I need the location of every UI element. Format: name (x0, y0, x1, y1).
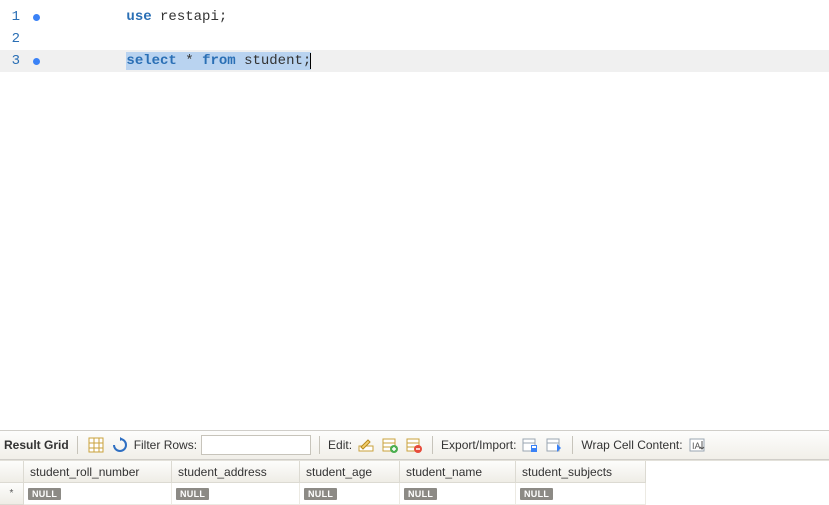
statement-marker (26, 58, 46, 65)
grid-cell[interactable]: NULL (400, 483, 516, 505)
export-icon[interactable] (520, 435, 540, 455)
refresh-icon[interactable] (110, 435, 130, 455)
new-row-marker: * (0, 483, 24, 505)
statement-marker (26, 14, 46, 21)
grid-cell[interactable]: NULL (24, 483, 172, 505)
null-badge: NULL (304, 488, 337, 500)
grid-cell[interactable]: NULL (172, 483, 300, 505)
null-badge: NULL (404, 488, 437, 500)
separator (572, 436, 573, 454)
grid-header-row: student_roll_number student_address stud… (0, 461, 829, 483)
wrap-cell-label: Wrap Cell Content: (581, 438, 682, 452)
add-row-icon[interactable] (380, 435, 400, 455)
text-caret (310, 53, 311, 69)
export-import-label: Export/Import: (441, 438, 516, 452)
code-text: use restapi; (46, 0, 227, 41)
column-header[interactable]: student_name (400, 461, 516, 483)
row-header-corner (0, 461, 24, 483)
sql-editor[interactable]: 1 use restapi; 2 3 select * from student… (0, 0, 829, 430)
code-text: select * from student; (46, 37, 311, 86)
svg-text:IA: IA (692, 441, 701, 451)
grid-view-icon[interactable] (86, 435, 106, 455)
null-badge: NULL (520, 488, 553, 500)
import-icon[interactable] (544, 435, 564, 455)
column-header[interactable]: student_roll_number (24, 461, 172, 483)
code-line[interactable]: 3 select * from student; (0, 50, 829, 72)
line-number: 3 (0, 53, 26, 69)
column-header[interactable]: student_address (172, 461, 300, 483)
edit-label: Edit: (328, 438, 352, 452)
filter-rows-input[interactable] (201, 435, 311, 455)
result-grid[interactable]: student_roll_number student_address stud… (0, 460, 829, 505)
table-row[interactable]: * NULL NULL NULL NULL NULL (0, 483, 829, 505)
column-header[interactable]: student_subjects (516, 461, 646, 483)
result-toolbar: Result Grid Filter Rows: Edit: Export/Im… (0, 430, 829, 460)
grid-cell[interactable]: NULL (300, 483, 400, 505)
edit-row-icon[interactable] (356, 435, 376, 455)
line-number: 1 (0, 9, 26, 25)
delete-row-icon[interactable] (404, 435, 424, 455)
column-header[interactable]: student_age (300, 461, 400, 483)
line-number: 2 (0, 31, 26, 47)
separator (77, 436, 78, 454)
null-badge: NULL (176, 488, 209, 500)
grid-cell[interactable]: NULL (516, 483, 646, 505)
code-line[interactable]: 1 use restapi; (0, 6, 829, 28)
null-badge: NULL (28, 488, 61, 500)
separator (319, 436, 320, 454)
filter-rows-label: Filter Rows: (134, 438, 197, 452)
result-grid-label: Result Grid (4, 438, 69, 452)
separator (432, 436, 433, 454)
wrap-cell-icon[interactable]: IA (687, 435, 707, 455)
